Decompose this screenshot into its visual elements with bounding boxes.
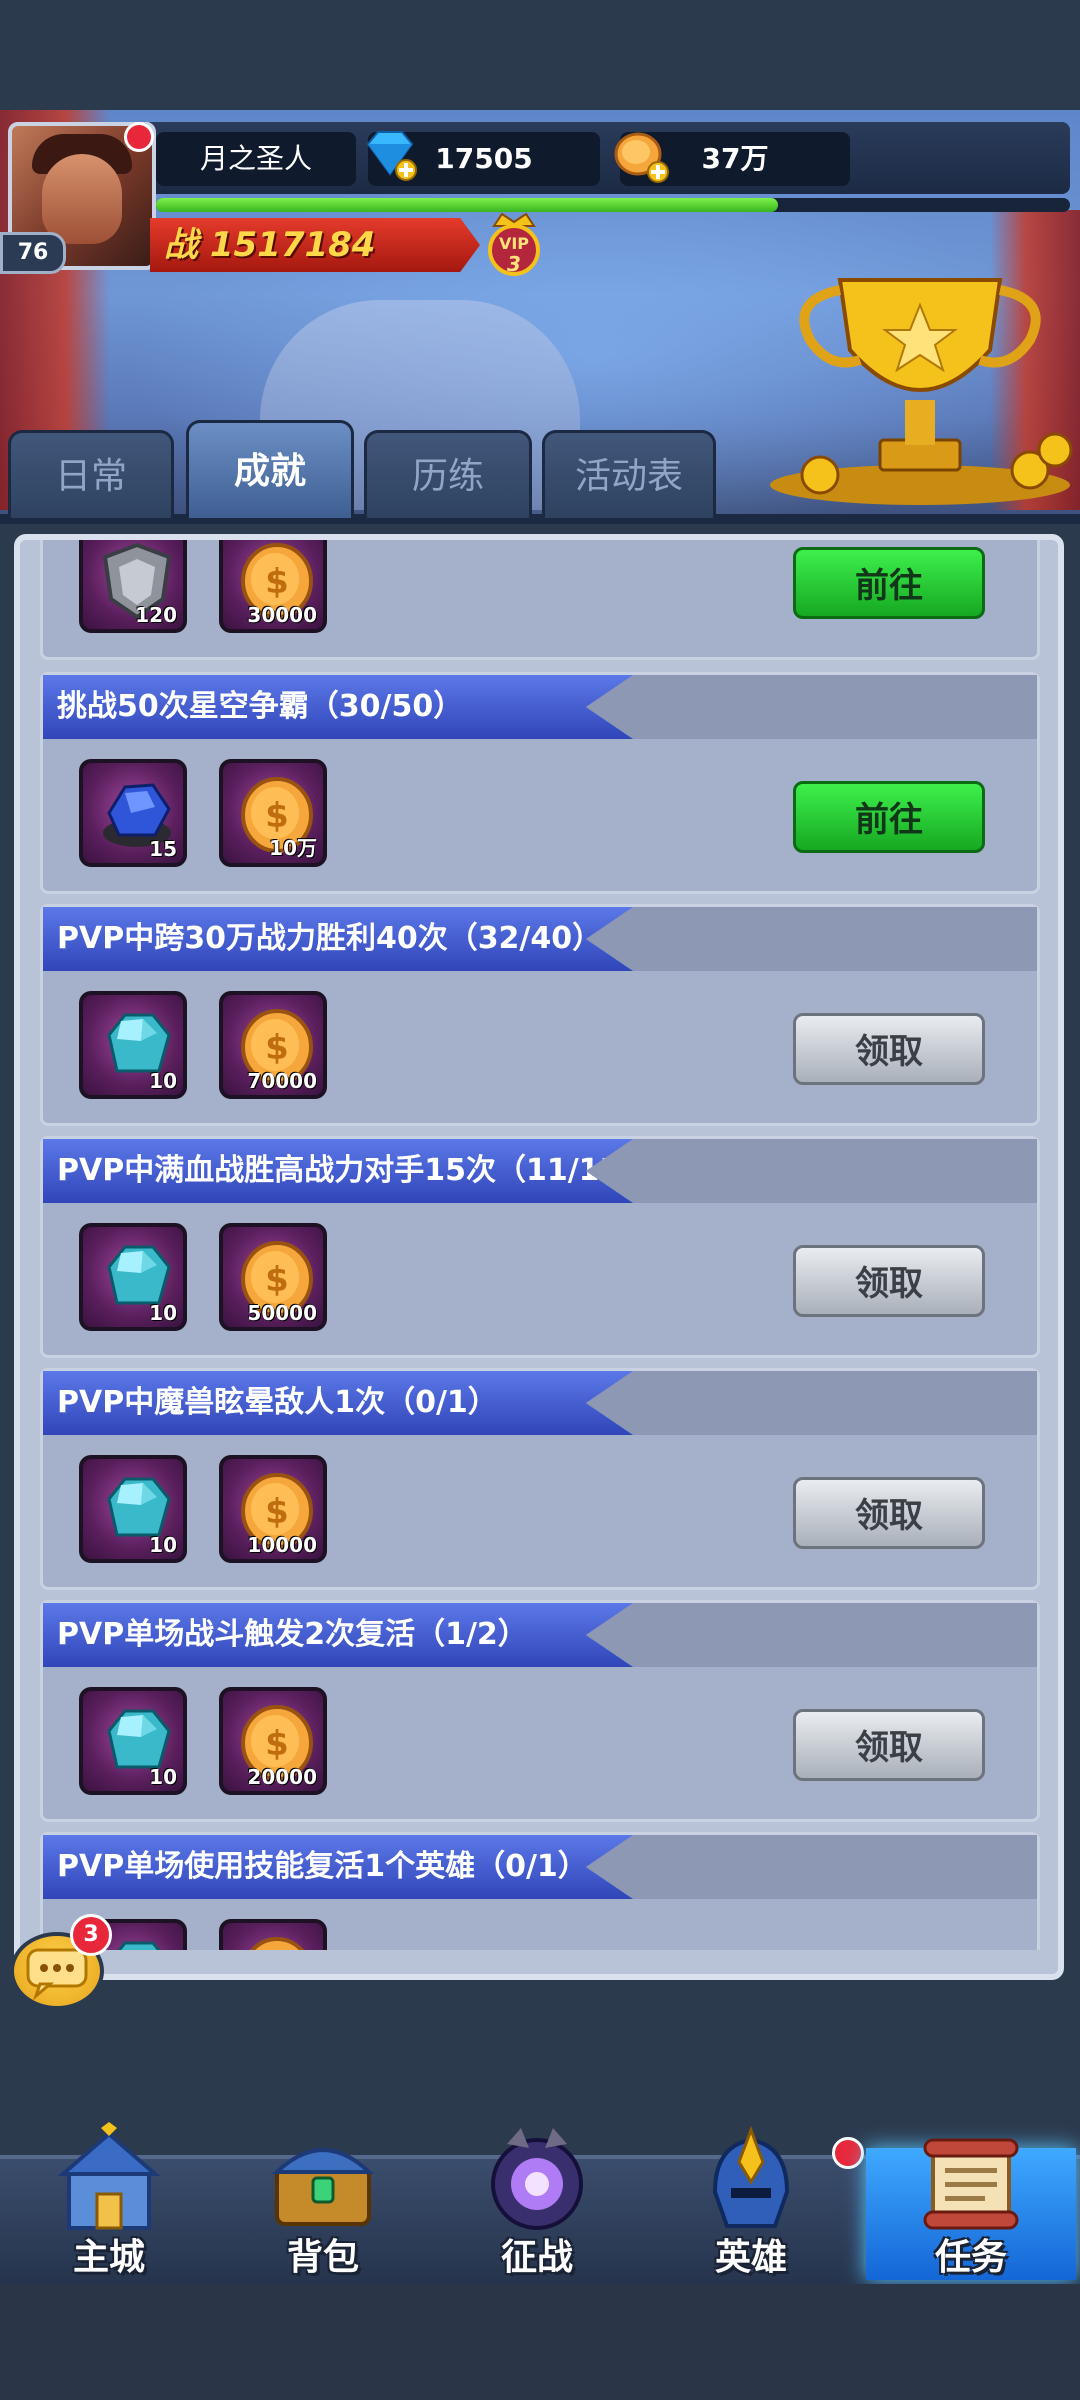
achievement-title: PVP中魔兽眩晕敌人1次（0/1） [43, 1371, 633, 1435]
achievement-title: 挑战50次星空争霸（30/50） [43, 675, 633, 739]
reward-quantity: 10 [149, 1765, 177, 1789]
reward-item[interactable]: $ 50000 [219, 1223, 327, 1331]
reward-quantity: 20000 [247, 1765, 317, 1789]
tab-daily[interactable]: 日常 [8, 430, 174, 518]
achievement-title: PVP中跨30万战力胜利40次（32/40） [43, 907, 633, 971]
nav-label: 英雄 [714, 2237, 787, 2278]
reward-quantity: 70000 [247, 1069, 317, 1093]
coin-icon [249, 1937, 305, 1950]
vip-label: VIP [498, 234, 530, 253]
reward-quantity: 10 [149, 1533, 177, 1557]
castle-icon [57, 2122, 161, 2230]
reward-item[interactable]: $ 10000 [219, 1455, 327, 1563]
achievement-panel: 120 $ 30000 前往 挑战50次星空争霸（30/50） 15 $ 10万… [14, 534, 1064, 1980]
claim-button[interactable]: 领取 [793, 1013, 985, 1085]
go-button[interactable]: 前往 [793, 547, 985, 619]
reward-quantity: 10 [149, 1069, 177, 1093]
player-name: 月之圣人 [156, 132, 356, 186]
exp-bar-fill [156, 198, 778, 212]
chat-unread-badge: 3 [70, 1914, 112, 1956]
heroes-notification-dot [832, 2137, 864, 2169]
player-level-badge: 76 [0, 232, 66, 274]
diamond-plus-icon[interactable] [362, 126, 418, 182]
coin-plus-icon[interactable] [612, 126, 672, 186]
system-bottom-area [0, 2284, 1080, 2400]
achievement-title: PVP单场战斗触发2次复活（1/2） [43, 1603, 633, 1667]
reward-item[interactable]: 10 [79, 1223, 187, 1331]
reward-item[interactable]: 10 [79, 1687, 187, 1795]
achievement-card: 120 $ 30000 前往 [40, 540, 1040, 660]
treasure-chest-icon [272, 2148, 374, 2226]
achievement-card: PVP中魔兽眩晕敌人1次（0/1） 10 $ 10000 领取 [40, 1368, 1040, 1590]
svg-text:$: $ [265, 1028, 289, 1068]
nav-heroes[interactable]: 英雄 [646, 2110, 856, 2280]
achievement-card: PVP中满血战胜高战力对手15次（11/15） 10 $ 50000 领取 [40, 1136, 1040, 1358]
combat-power: 战 1517184 [150, 218, 480, 272]
reward-item[interactable]: $ 30000 [219, 540, 327, 633]
scroll-icon [923, 2138, 1019, 2230]
nav-backpack[interactable]: 背包 [218, 2110, 428, 2280]
achievement-card: PVP单场使用技能复活1个英雄（0/1） [40, 1832, 1040, 1950]
svg-text:$: $ [265, 796, 289, 836]
svg-text:$: $ [265, 1492, 289, 1532]
reward-item[interactable]: 10 [79, 991, 187, 1099]
gem-count-value: 17505 [435, 142, 533, 175]
reward-quantity: 50000 [247, 1301, 317, 1325]
tab-training[interactable]: 历练 [364, 430, 532, 518]
claim-button[interactable]: 领取 [793, 1709, 985, 1781]
svg-text:$: $ [265, 1724, 289, 1764]
go-button[interactable]: 前往 [793, 781, 985, 853]
reward-quantity: 10 [149, 1301, 177, 1325]
reward-item[interactable]: $ 20000 [219, 1687, 327, 1795]
reward-quantity: 10万 [269, 836, 317, 860]
nav-campaign[interactable]: 征战 [432, 2110, 642, 2280]
achievement-card: PVP中跨30万战力胜利40次（32/40） 10 $ 70000 领取 [40, 904, 1040, 1126]
tab-events[interactable]: 活动表 [542, 430, 716, 518]
nav-label: 征战 [500, 2237, 573, 2278]
nav-main-city[interactable]: 主城 [4, 2110, 214, 2280]
claim-button[interactable]: 领取 [793, 1245, 985, 1317]
reward-quantity: 10000 [247, 1533, 317, 1557]
achievement-title: PVP单场使用技能复活1个英雄（0/1） [43, 1835, 633, 1899]
reward-item[interactable]: $ 10万 [219, 759, 327, 867]
coin-count-value: 37万 [701, 142, 769, 175]
reward-item[interactable]: $ 70000 [219, 991, 327, 1099]
svg-text:$: $ [265, 562, 289, 602]
svg-text:$: $ [265, 1260, 289, 1300]
nav-label: 背包 [286, 2237, 359, 2278]
trophy-icon [770, 278, 1073, 505]
reward-item[interactable]: 15 [79, 759, 187, 867]
vip-badge[interactable]: VIP 3 [482, 208, 546, 284]
avatar-notification-dot [124, 122, 154, 152]
tab-achievements[interactable]: 成就 [186, 420, 354, 518]
reward-item[interactable]: 120 [79, 540, 187, 633]
dragon-portal-icon [491, 2128, 583, 2230]
achievement-title: PVP中满血战胜高战力对手15次（11/15） [43, 1139, 633, 1203]
claim-button[interactable]: 领取 [793, 1477, 985, 1549]
helmet-icon [712, 2125, 790, 2228]
vip-level: 3 [507, 252, 521, 276]
achievement-card: 挑战50次星空争霸（30/50） 15 $ 10万 前往 [40, 672, 1040, 894]
nav-tasks[interactable]: 任务 [866, 2110, 1076, 2280]
nav-label: 主城 [72, 2237, 145, 2278]
achievement-card: PVP单场战斗触发2次复活（1/2） 10 $ 20000 领取 [40, 1600, 1040, 1822]
reward-quantity: 30000 [247, 603, 317, 627]
achievement-list[interactable]: 120 $ 30000 前往 挑战50次星空争霸（30/50） 15 $ 10万… [40, 540, 1040, 1950]
reward-quantity: 120 [135, 603, 177, 627]
reward-item[interactable]: 10 [79, 1455, 187, 1563]
reward-quantity: 15 [149, 837, 177, 861]
reward-item[interactable] [219, 1919, 327, 1950]
combat-power-label: 战 [164, 225, 198, 265]
combat-power-value: 1517184 [209, 225, 376, 265]
nav-label: 任务 [934, 2237, 1007, 2278]
